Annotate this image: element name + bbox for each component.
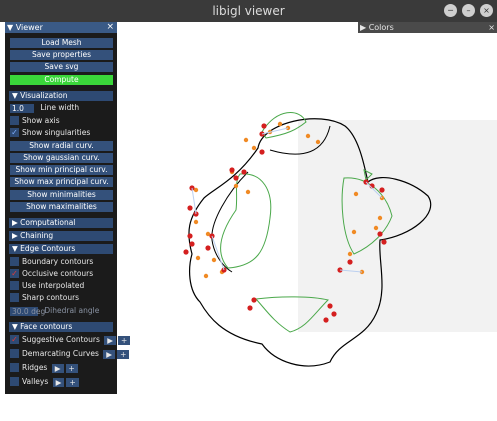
close-icon[interactable]: × [106, 22, 114, 33]
show-singularities-checkbox[interactable]: ✓ [10, 127, 19, 137]
line-width-label: Line width [40, 103, 80, 112]
computational-section[interactable]: ▶ Computational [9, 218, 113, 228]
sharp-contours-row: Sharp contours [10, 292, 80, 303]
occlusive-contour [188, 118, 432, 367]
colors-panel-header[interactable]: ▶ Colors × [358, 22, 497, 33]
demarcating-expand-button[interactable]: ▶ [103, 349, 116, 359]
suggestive-expand-button[interactable]: ▶ [104, 335, 117, 345]
viewer-panel: ▼ Viewer × Load Mesh Save properties Sav… [5, 22, 131, 394]
dihedral-angle-row: 30.0 deg Dihedral angle [10, 306, 99, 316]
occlusive-contours-label: Occlusive contours [22, 269, 94, 278]
suggestive-contours-label: Suggestive Contours [22, 335, 100, 344]
window-title: libigl viewer [212, 4, 285, 18]
valleys-label: Valleys [22, 377, 49, 386]
show-axis-checkbox[interactable] [10, 115, 19, 125]
suggestive-contour-bottom [254, 296, 329, 333]
show-axis-label: Show axis [22, 116, 60, 125]
occlusive-contours-checkbox[interactable]: ✓ [10, 268, 19, 278]
ridges-row: Ridges ▶ + [10, 362, 78, 373]
ridges-label: Ridges [22, 363, 48, 372]
show-max-principal-curv-button[interactable]: Show max principal curv. [10, 177, 113, 187]
visualization-section[interactable]: ▼ Visualization [9, 91, 113, 101]
load-mesh-button[interactable]: Load Mesh [10, 38, 113, 48]
valleys-row: Valleys ▶ + [10, 376, 79, 387]
suggestive-contours-checkbox[interactable]: ✓ [10, 334, 19, 344]
suggestive-contour-top [261, 112, 307, 139]
edge-contours-section[interactable]: ▼ Edge Contours [9, 244, 113, 254]
viewer-panel-header[interactable]: ▼ Viewer × [5, 22, 117, 33]
show-singularities-row: ✓ Show singularities [10, 127, 91, 138]
show-maximalities-button[interactable]: Show maximalities [10, 202, 113, 212]
use-interpolated-label: Use interpolated [22, 281, 85, 290]
window-titlebar: libigl viewer ─ – × [0, 0, 497, 22]
maximize-icon[interactable]: – [462, 4, 475, 17]
line-width-row: 1.0 Line width [10, 103, 79, 113]
sharp-contours-checkbox[interactable] [10, 292, 19, 302]
demarcating-curves-checkbox[interactable] [10, 348, 19, 358]
save-properties-button[interactable]: Save properties [10, 50, 113, 60]
minimize-icon[interactable]: ─ [444, 4, 457, 17]
demarcating-curves-row: Demarcating Curves ▶ + [10, 348, 130, 359]
line-width-input[interactable]: 1.0 [10, 103, 34, 113]
suggestive-contours-row: ✓ Suggestive Contours ▶ + [10, 334, 131, 345]
dihedral-angle-label: Dihedral angle [44, 306, 100, 315]
save-svg-button[interactable]: Save svg [10, 62, 113, 72]
demarcating-plus-button[interactable]: + [117, 349, 130, 359]
occlusive-contours-row: ✓ Occlusive contours [10, 268, 94, 279]
ridges-expand-button[interactable]: ▶ [51, 363, 64, 373]
use-interpolated-row: Use interpolated [10, 280, 85, 291]
ridges-plus-button[interactable]: + [65, 363, 78, 373]
valleys-checkbox[interactable] [10, 376, 19, 386]
use-interpolated-checkbox[interactable] [10, 280, 19, 290]
boundary-contours-checkbox[interactable] [10, 256, 19, 266]
show-minimalities-button[interactable]: Show minimalities [10, 190, 113, 200]
valleys-expand-button[interactable]: ▶ [52, 377, 65, 387]
boundary-contours-label: Boundary contours [22, 257, 94, 266]
show-min-principal-curv-button[interactable]: Show min principal curv. [10, 165, 113, 175]
compute-button[interactable]: Compute [10, 75, 113, 85]
show-gaussian-curv-button[interactable]: Show gaussian curv. [10, 153, 113, 163]
valleys-plus-button[interactable]: + [66, 377, 79, 387]
close-icon[interactable]: × [488, 22, 495, 33]
colors-panel-label[interactable]: ▶ Colors [360, 23, 394, 32]
viewer-panel-title[interactable]: ▼ Viewer [7, 23, 43, 32]
show-singularities-label: Show singularities [22, 128, 91, 137]
demarcating-curves-label: Demarcating Curves [22, 349, 99, 358]
face-contours-section[interactable]: ▼ Face contours [9, 322, 113, 332]
curvature-points [193, 121, 385, 279]
suggestive-contour-left [220, 173, 272, 269]
boundary-contours-row: Boundary contours [10, 256, 94, 267]
ridges-checkbox[interactable] [10, 362, 19, 372]
dihedral-angle-input[interactable]: 30.0 deg [10, 306, 45, 316]
close-icon[interactable]: × [480, 4, 493, 17]
suggestive-plus-button[interactable]: + [118, 335, 131, 345]
sharp-contours-label: Sharp contours [22, 293, 80, 302]
show-radial-curv-button[interactable]: Show radial curv. [10, 141, 113, 151]
inner-contour [211, 171, 249, 273]
chaining-section[interactable]: ▶ Chaining [9, 231, 113, 241]
show-axis-row: Show axis [10, 115, 60, 126]
